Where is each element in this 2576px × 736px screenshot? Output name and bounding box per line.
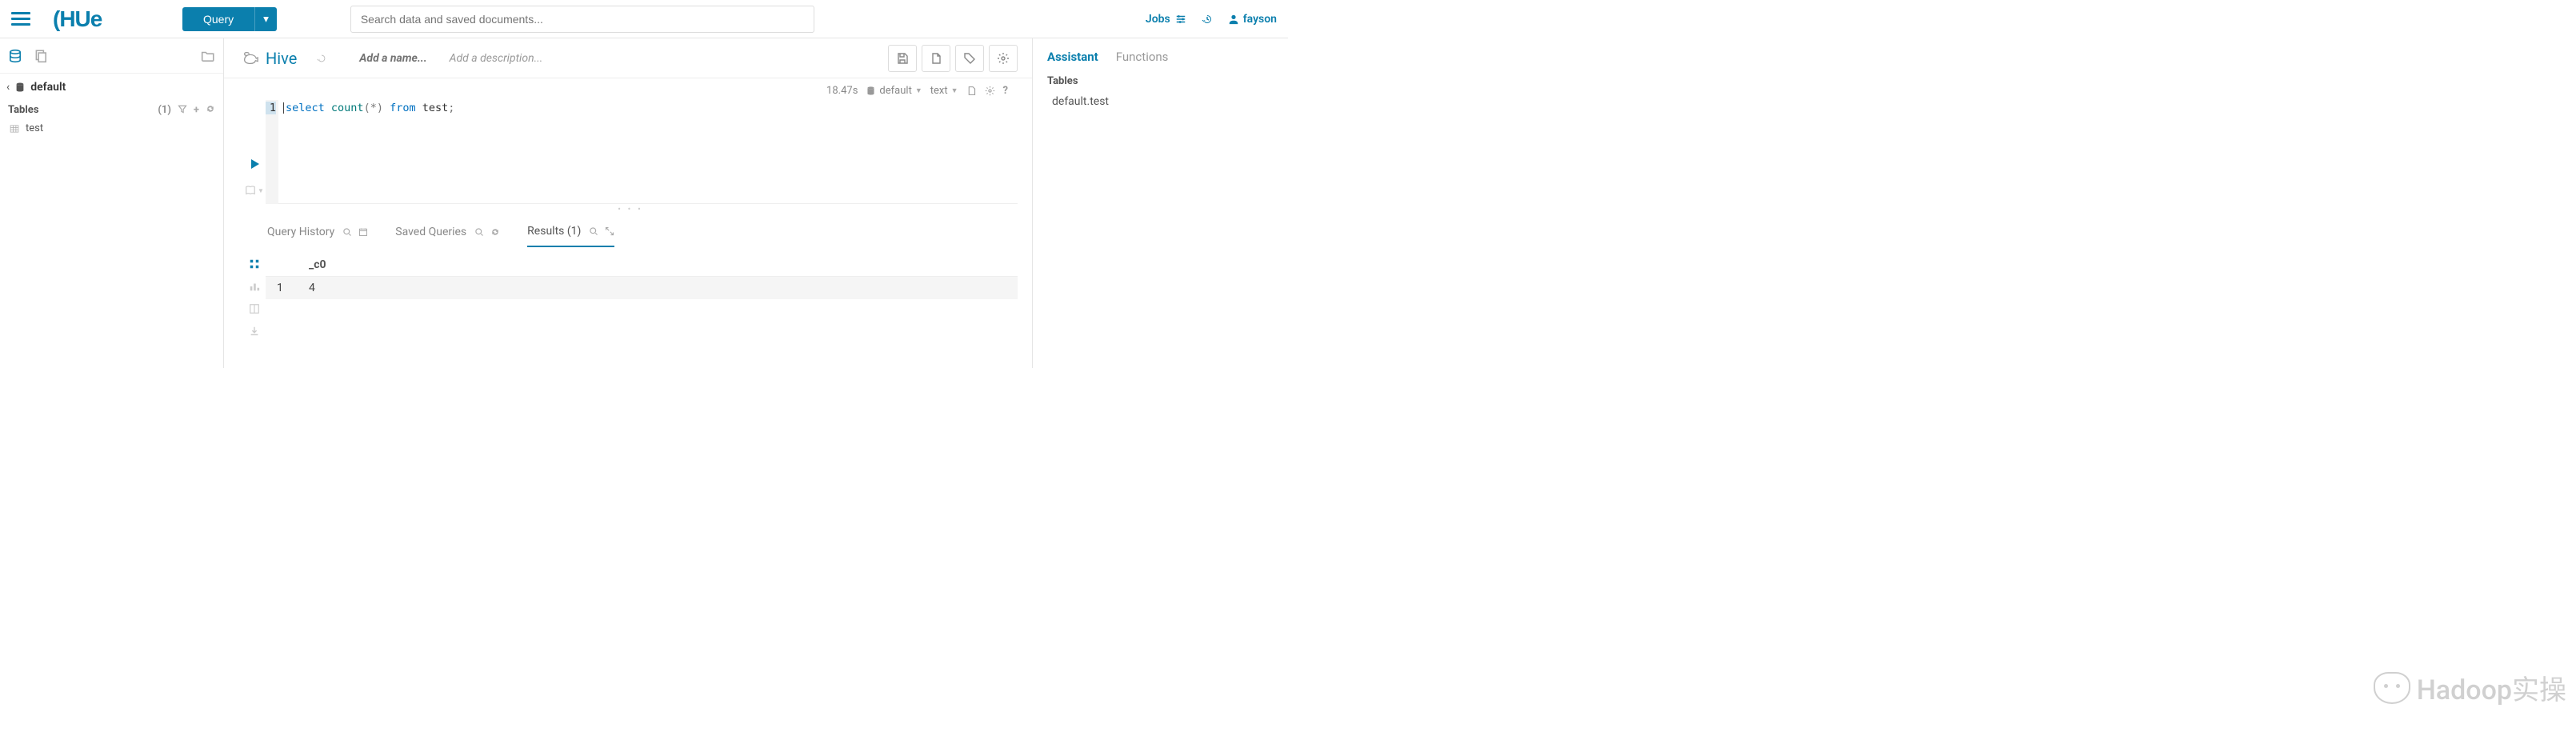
watermark: Hadoop实操 <box>2374 668 2566 707</box>
save-button[interactable] <box>888 45 917 72</box>
table-row[interactable]: 1 4 <box>266 277 1018 299</box>
global-search <box>350 6 814 33</box>
hive-icon <box>242 50 259 67</box>
plus-icon[interactable]: + <box>194 104 199 116</box>
database-name: default <box>30 81 66 94</box>
tags-button[interactable] <box>955 45 984 72</box>
topbar-right: Jobs fayson <box>1146 13 1277 26</box>
database-selector[interactable]: default ▼ <box>866 85 922 97</box>
document-icon[interactable] <box>966 86 977 96</box>
refresh-icon[interactable] <box>490 227 500 237</box>
table-header-row: _c0 <box>266 254 1018 277</box>
documents-icon[interactable] <box>34 49 48 63</box>
status-row: 18.47s default ▼ text ▼ ? <box>243 85 1018 97</box>
code-editor[interactable]: 1 select count(*) from test; <box>266 100 1018 204</box>
filter-icon[interactable] <box>178 104 187 114</box>
columns-icon[interactable] <box>249 303 260 314</box>
tables-count: (1) <box>158 104 171 116</box>
database-tiny-icon <box>866 86 876 96</box>
database-breadcrumb[interactable]: ‹ default <box>0 74 223 101</box>
header-buttons <box>888 45 1018 72</box>
result-tabs: Query History Saved Queries Results (1) <box>224 215 1032 247</box>
drag-handle[interactable]: • • • <box>243 204 1018 215</box>
tab-functions[interactable]: Functions <box>1116 50 1169 64</box>
assistant-table-item[interactable]: default.test <box>1033 90 1288 113</box>
hue-logo[interactable]: (HUe <box>53 7 141 31</box>
code-text[interactable]: select count(*) from test; <box>278 100 1018 204</box>
tab-results[interactable]: Results (1) <box>527 225 614 247</box>
line-number: 1 <box>266 102 276 114</box>
type-selector[interactable]: text ▼ <box>930 85 958 97</box>
username-label: fayson <box>1243 13 1277 26</box>
search-icon[interactable] <box>474 227 484 237</box>
download-icon[interactable] <box>249 326 260 337</box>
left-pane: ‹ default Tables (1) + test <box>0 38 224 368</box>
query-dropdown-caret[interactable]: ▾ <box>254 7 277 31</box>
row-number-header <box>266 254 298 276</box>
query-description-input[interactable]: Add a description... <box>450 52 543 65</box>
elapsed-time: 18.47s <box>826 85 858 97</box>
query-button[interactable]: Query <box>182 7 254 31</box>
results-table: _c0 1 4 <box>266 254 1018 337</box>
row-index: 1 <box>266 277 298 299</box>
expand-icon[interactable] <box>605 226 614 236</box>
main: ‹ default Tables (1) + test Hive Add a <box>0 38 1288 368</box>
refresh-icon[interactable] <box>206 104 215 114</box>
caret-down-icon: ▼ <box>915 86 922 95</box>
chart-view-icon[interactable] <box>249 281 260 292</box>
engine-name: Hive <box>266 49 297 68</box>
chevron-left-icon: ‹ <box>6 81 10 94</box>
folder-open-icon[interactable] <box>201 49 215 63</box>
tab-saved-queries[interactable]: Saved Queries <box>395 226 500 246</box>
database-icon[interactable] <box>8 49 22 63</box>
query-button-group: Query ▾ <box>182 7 277 31</box>
database-small-icon <box>14 82 26 93</box>
jobs-link[interactable]: Jobs <box>1146 13 1186 26</box>
tables-header: Tables (1) + <box>0 101 223 119</box>
calendar-icon[interactable] <box>358 227 368 237</box>
history-small-icon[interactable] <box>316 53 327 64</box>
search-icon[interactable] <box>589 226 598 236</box>
line-gutter: 1 <box>266 100 278 204</box>
query-name-input[interactable]: Add a name... <box>359 52 426 65</box>
right-tabs: Assistant Functions <box>1033 38 1288 72</box>
table-icon <box>10 124 19 134</box>
engine-title[interactable]: Hive <box>242 49 297 68</box>
table-name: test <box>26 122 43 134</box>
table-item[interactable]: test <box>0 119 223 138</box>
editor-area: 18.47s default ▼ text ▼ ? <box>224 78 1032 215</box>
user-menu[interactable]: fayson <box>1228 13 1277 26</box>
topbar: (HUe Query ▾ Jobs fayson <box>0 0 1288 38</box>
help-icon[interactable]: ? <box>1003 85 1008 97</box>
tab-assistant[interactable]: Assistant <box>1047 50 1098 64</box>
center-pane: Hive Add a name... Add a description... … <box>224 38 1032 368</box>
results-area: _c0 1 4 <box>224 247 1032 337</box>
sliders-icon <box>1175 14 1186 25</box>
jobs-label: Jobs <box>1146 13 1170 26</box>
cell-value: 4 <box>298 277 326 299</box>
hamburger-menu-icon[interactable] <box>11 10 30 29</box>
assistant-tables-header: Tables <box>1033 72 1288 90</box>
editor-header: Hive Add a name... Add a description... <box>224 38 1032 78</box>
user-icon <box>1228 14 1239 25</box>
gear-icon[interactable] <box>985 86 995 96</box>
tab-query-history[interactable]: Query History <box>267 226 368 246</box>
right-pane: Assistant Functions Tables default.test <box>1032 38 1288 368</box>
search-input[interactable] <box>350 6 814 33</box>
tables-label: Tables <box>8 104 39 116</box>
left-toolbar <box>0 38 223 74</box>
new-button[interactable] <box>922 45 950 72</box>
search-icon[interactable] <box>342 227 352 237</box>
settings-button[interactable] <box>989 45 1018 72</box>
editor-left-controls: ▼ <box>243 100 266 204</box>
play-icon[interactable] <box>248 158 261 170</box>
caret-down-icon: ▼ <box>951 86 958 95</box>
grid-view-icon[interactable] <box>249 258 260 270</box>
svg-text:(HUe: (HUe <box>53 7 102 31</box>
results-sidebar <box>243 254 266 337</box>
history-icon[interactable] <box>1201 13 1214 26</box>
column-header[interactable]: _c0 <box>298 254 338 276</box>
snippet-menu-icon[interactable]: ▼ <box>245 185 264 196</box>
